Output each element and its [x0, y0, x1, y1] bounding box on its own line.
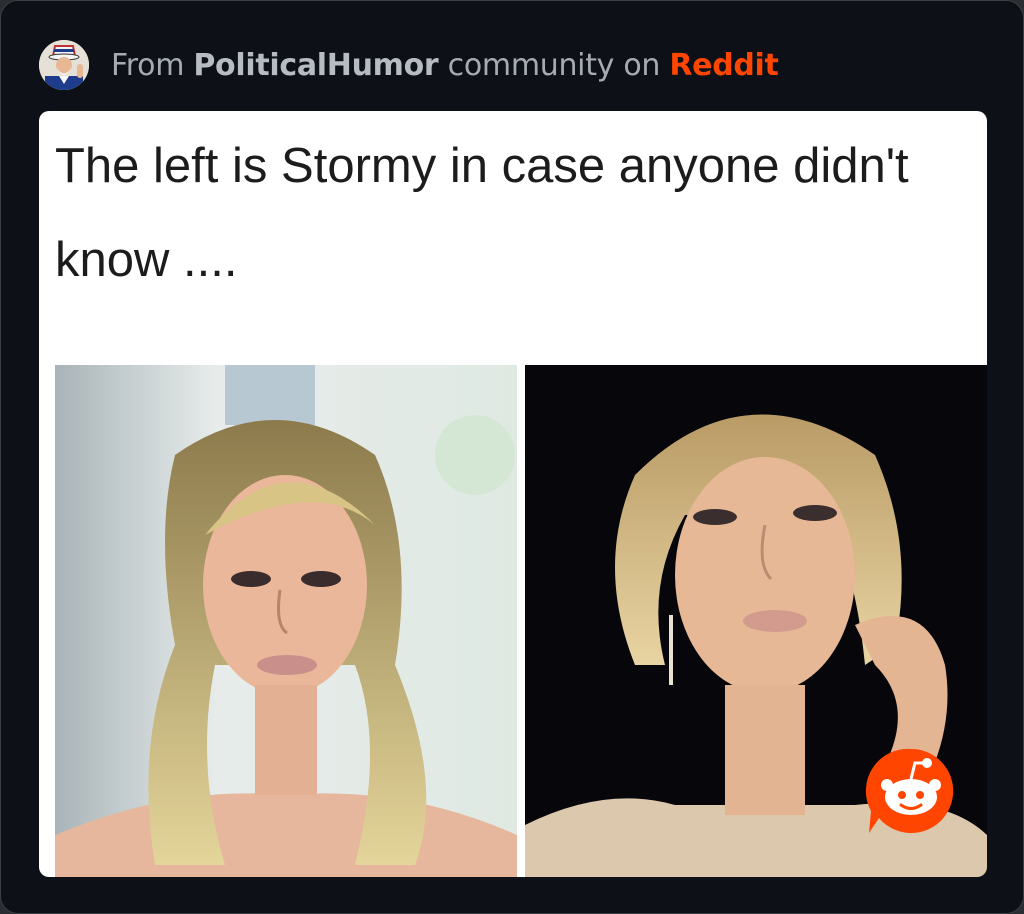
platform-link[interactable]: Reddit	[669, 48, 779, 83]
community-link[interactable]: PoliticalHumor	[193, 48, 438, 83]
source-prefix: From	[111, 47, 194, 83]
source-header: From PoliticalHumor community on Reddit	[39, 39, 779, 91]
post-caption: The left is Stormy in case anyone didn't…	[55, 139, 909, 287]
source-line: From PoliticalHumor community on Reddit	[111, 48, 779, 83]
source-middle: community on	[438, 47, 670, 83]
post-image[interactable]: The left is Stormy in case anyone didn't…	[39, 111, 987, 877]
reddit-snoo-icon	[865, 748, 954, 833]
uncle-sam-avatar-icon[interactable]	[39, 40, 89, 90]
embed-card: From PoliticalHumor community on Reddit …	[0, 0, 1024, 914]
left-photo	[55, 365, 517, 877]
